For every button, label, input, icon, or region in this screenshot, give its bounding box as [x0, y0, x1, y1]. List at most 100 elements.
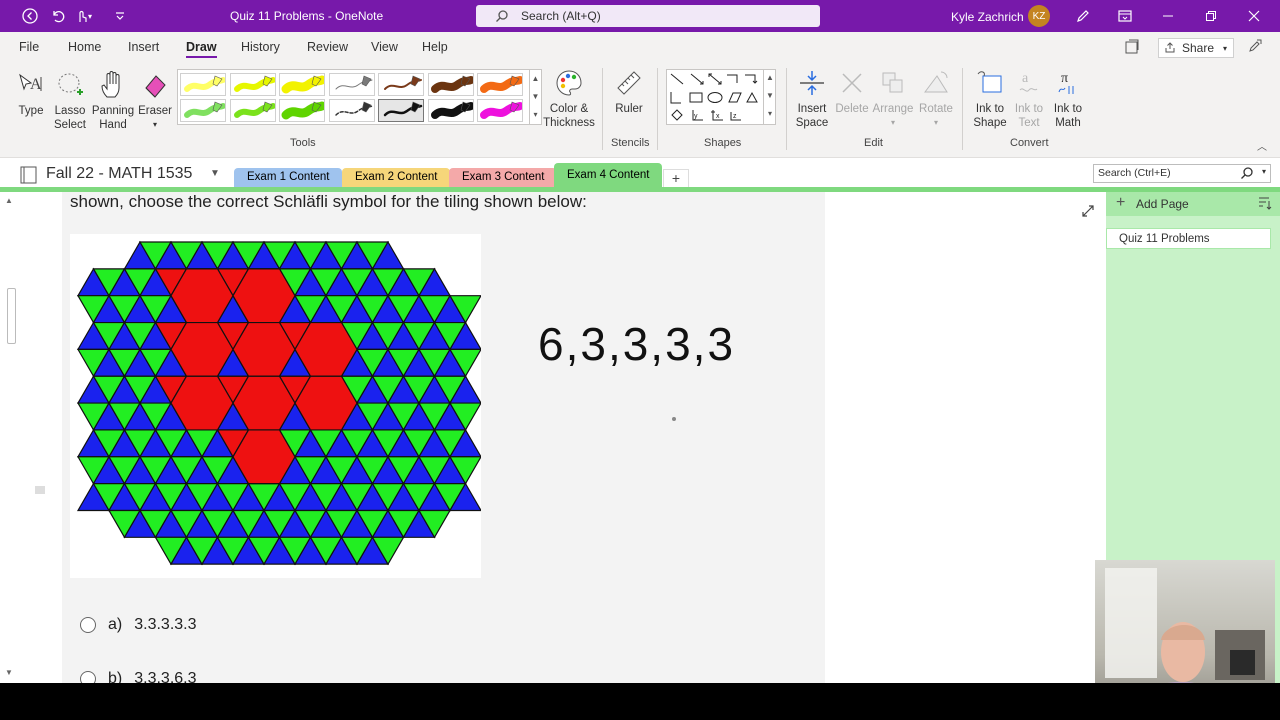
ink-to-math-button[interactable]: π Ink to Math — [1048, 68, 1088, 130]
menu-bar: File Home Insert Draw History Review Vie… — [0, 32, 1280, 62]
avatar[interactable]: KZ — [1028, 5, 1050, 27]
pen-swatch[interactable] — [477, 99, 524, 122]
tab-exam-2-label: Exam 2 Content — [355, 171, 438, 183]
pen-swatch[interactable] — [279, 99, 327, 122]
ribbon-display-icon[interactable] — [1115, 6, 1135, 26]
question-text: shown, choose the correct Schläfli symbo… — [70, 192, 587, 211]
pen-swatch[interactable] — [328, 73, 375, 96]
add-section-button[interactable]: + — [663, 169, 689, 188]
ruler-button[interactable]: Ruler — [610, 68, 648, 116]
tab-exam-1-label: Exam 1 Content — [247, 171, 330, 183]
restore-icon[interactable] — [1201, 6, 1221, 26]
ink-to-math-label: Ink to Math — [1053, 103, 1083, 129]
color-thickness-button[interactable]: Color & Thickness — [543, 68, 595, 130]
pen-swatch[interactable] — [180, 99, 226, 122]
shapes-gallery[interactable]: y x z — [666, 69, 776, 125]
paragraph-handle[interactable] — [35, 486, 45, 494]
option-b[interactable]: b) 3.3.3.6.3 — [80, 670, 197, 683]
ribbon-separator — [962, 68, 963, 150]
page-search-input[interactable]: Search (Ctrl+E) ▾ — [1093, 164, 1271, 183]
ink-dot — [672, 417, 676, 421]
panning-hand-button[interactable]: Panning Hand — [90, 70, 136, 132]
shapes-down-icon[interactable]: ▼ — [764, 87, 776, 105]
svg-text:z: z — [733, 113, 737, 120]
menu-view[interactable]: View — [371, 40, 398, 54]
pen-gallery — [177, 69, 531, 125]
rotate-icon — [921, 68, 951, 98]
back-icon[interactable] — [22, 8, 38, 24]
menu-file[interactable]: File — [19, 40, 39, 54]
shapes-more-icon[interactable]: ▾ — [764, 105, 776, 123]
page-canvas[interactable]: ▲ ▼ shown, choose the correct Schläfli s… — [0, 192, 1106, 683]
radio-b[interactable] — [80, 671, 96, 683]
pen-swatch[interactable] — [378, 73, 424, 96]
sort-pages-icon[interactable] — [1256, 195, 1272, 214]
gallery-down-icon[interactable]: ▼ — [530, 88, 541, 106]
pen-icon[interactable] — [1073, 6, 1093, 26]
menu-insert[interactable]: Insert — [128, 40, 159, 54]
vertical-scrollbar[interactable]: ▲ ▼ — [5, 192, 19, 683]
ink-to-shape-button[interactable]: Ink to Shape — [970, 68, 1010, 130]
customize-qat-icon[interactable] — [112, 8, 128, 24]
pen-swatch[interactable] — [279, 73, 327, 96]
type-icon: A — [16, 70, 46, 100]
user-name[interactable]: Kyle Zachrich — [951, 10, 1024, 24]
delete-icon — [837, 68, 867, 98]
delete-button[interactable]: Delete — [834, 68, 870, 116]
lasso-label: Lasso Select — [54, 105, 86, 131]
pen-gallery-scroll[interactable]: ▲ ▼ ▾ — [529, 69, 542, 125]
share-button[interactable]: Share ▾ — [1158, 38, 1234, 58]
search-box[interactable]: Search (Alt+Q) — [476, 5, 820, 27]
option-a-letter: a) — [108, 616, 123, 633]
type-button[interactable]: A Type — [14, 70, 48, 118]
undo-icon[interactable] — [50, 8, 66, 24]
gallery-more-icon[interactable]: ▾ — [530, 106, 541, 124]
feedback-icon[interactable] — [1247, 38, 1263, 57]
option-a[interactable]: a) 3.3.3.3.3 — [80, 616, 197, 634]
pen-swatch[interactable] — [180, 73, 226, 96]
page-item[interactable]: Quiz 11 Problems — [1106, 228, 1271, 249]
tab-exam-1[interactable]: Exam 1 Content — [234, 168, 343, 188]
rotate-button[interactable]: Rotate ▾ — [916, 68, 956, 130]
close-icon[interactable] — [1244, 6, 1264, 26]
notebook-dropdown-icon[interactable]: ▼ — [210, 168, 220, 179]
expand-icon[interactable] — [1081, 204, 1095, 223]
scroll-up-icon[interactable]: ▲ — [5, 196, 13, 205]
tab-exam-2[interactable]: Exam 2 Content — [342, 168, 451, 188]
add-page-button[interactable]: + Add Page — [1106, 192, 1280, 216]
shapes-up-icon[interactable]: ▲ — [764, 69, 776, 87]
tools-group-label: Tools — [290, 137, 316, 149]
menu-home[interactable]: Home — [68, 40, 101, 54]
scroll-down-icon[interactable]: ▼ — [5, 668, 13, 677]
pen-swatch[interactable] — [427, 99, 475, 122]
pen-swatch[interactable] — [427, 73, 475, 96]
pen-swatch[interactable] — [229, 99, 276, 122]
notebook-name[interactable]: Fall 22 - MATH 1535 — [46, 165, 192, 183]
gallery-up-icon[interactable]: ▲ — [530, 70, 541, 88]
scroll-thumb[interactable] — [7, 288, 16, 344]
menu-review[interactable]: Review — [307, 40, 348, 54]
tab-exam-3[interactable]: Exam 3 Content — [449, 168, 558, 188]
tiling-image — [70, 234, 483, 578]
arrange-button[interactable]: Arrange ▾ — [872, 68, 914, 130]
pen-swatch[interactable] — [229, 73, 276, 96]
minimize-icon[interactable] — [1158, 6, 1178, 26]
pen-swatch[interactable] — [328, 99, 375, 122]
collapse-ribbon-icon[interactable]: ︿ — [1257, 138, 1267, 153]
pen-swatch[interactable] — [378, 99, 424, 122]
ink-to-text-button[interactable]: a Ink to Text — [1010, 68, 1048, 130]
notebook-pane-icon[interactable] — [1124, 39, 1140, 58]
eraser-button[interactable]: Eraser ▾ — [138, 70, 172, 132]
ribbon-separator — [657, 68, 658, 150]
touch-mode-chevron-icon[interactable]: ▾ — [86, 8, 94, 24]
pen-swatch[interactable] — [477, 73, 524, 96]
delete-label: Delete — [835, 103, 869, 115]
radio-a[interactable] — [80, 617, 96, 633]
menu-history[interactable]: History — [241, 40, 280, 54]
menu-help[interactable]: Help — [422, 40, 448, 54]
insert-space-button[interactable]: Insert Space — [792, 68, 832, 130]
shapes-gallery-scroll[interactable]: ▲ ▼ ▾ — [763, 69, 776, 125]
tab-exam-4[interactable]: Exam 4 Content — [554, 163, 663, 188]
lasso-select-button[interactable]: Lasso Select — [52, 70, 88, 132]
menu-draw[interactable]: Draw — [186, 40, 217, 58]
